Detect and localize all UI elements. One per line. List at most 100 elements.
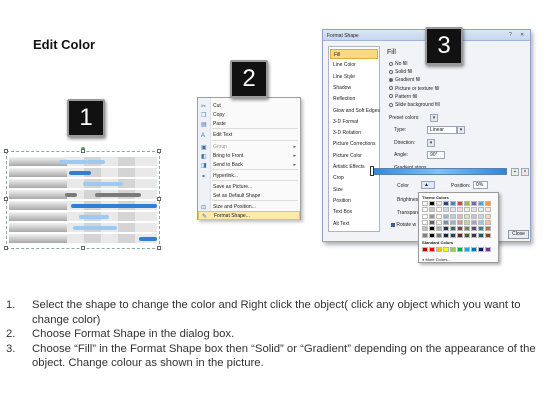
menu-item-group[interactable]: ▣ Group ▸	[198, 143, 300, 152]
angle-input[interactable]: 90°	[427, 151, 445, 159]
category-position[interactable]: Position	[330, 196, 378, 206]
color-swatch[interactable]	[464, 201, 470, 206]
color-swatch[interactable]	[429, 219, 435, 225]
color-swatch[interactable]	[457, 201, 463, 206]
color-swatch[interactable]	[450, 232, 456, 238]
resize-handle[interactable]	[4, 246, 8, 250]
radio-pattern-fill[interactable]: Pattern fill	[389, 94, 417, 101]
resize-handle[interactable]	[81, 246, 85, 250]
radio-gradient-fill[interactable]: Gradient fill	[389, 77, 420, 84]
color-swatch[interactable]	[450, 247, 456, 252]
rotate-with-shape-checkbox[interactable]: Rotate w	[391, 222, 416, 228]
color-swatch[interactable]	[429, 213, 435, 219]
color-swatch[interactable]	[429, 232, 435, 238]
color-swatch[interactable]	[450, 207, 456, 213]
help-icon[interactable]: ?	[509, 32, 512, 38]
direction-dropdown[interactable]: ▾	[427, 139, 435, 147]
category-fill[interactable]: Fill	[330, 49, 378, 59]
category-text-box[interactable]: Text Box	[330, 207, 378, 217]
color-swatch[interactable]	[471, 207, 477, 213]
close-button[interactable]: Close	[508, 230, 529, 239]
more-colors-option[interactable]: ● More Colors...	[422, 257, 451, 262]
color-swatch[interactable]	[422, 232, 428, 238]
color-swatch[interactable]	[422, 207, 428, 213]
category-line-style[interactable]: Line Style	[330, 72, 378, 82]
color-swatch[interactable]	[464, 207, 470, 213]
menu-item-format-shape[interactable]: ✎ Format Shape...	[198, 211, 300, 220]
color-swatch[interactable]	[443, 232, 449, 238]
color-swatch[interactable]	[485, 232, 491, 238]
color-swatch[interactable]	[443, 213, 449, 219]
resize-handle[interactable]	[4, 149, 8, 153]
color-swatch[interactable]	[450, 213, 456, 219]
color-swatch[interactable]	[422, 226, 428, 232]
resize-handle[interactable]	[157, 246, 161, 250]
radio-picture-or-texture-fill[interactable]: Picture or texture fill	[389, 86, 439, 93]
color-swatch[interactable]	[471, 232, 477, 238]
color-swatch[interactable]	[429, 226, 435, 232]
color-swatch[interactable]	[485, 213, 491, 219]
color-swatch[interactable]	[443, 219, 449, 225]
color-swatch[interactable]	[471, 213, 477, 219]
category-line-color[interactable]: Line Color	[330, 60, 378, 70]
color-swatch[interactable]	[464, 213, 470, 219]
color-swatch[interactable]	[471, 247, 477, 252]
gantt-shape[interactable]	[4, 147, 161, 250]
preset-colors-dropdown[interactable]: ▾	[430, 114, 438, 122]
color-swatch[interactable]	[443, 201, 449, 206]
menu-item-bring-to-front[interactable]: ◧ Bring to Front ▸	[198, 152, 300, 161]
menu-item-cut[interactable]: ✂ Cut	[198, 102, 300, 111]
color-swatch[interactable]	[485, 201, 491, 206]
color-swatch[interactable]	[443, 226, 449, 232]
resize-handle[interactable]	[81, 149, 85, 153]
category-size[interactable]: Size	[330, 185, 378, 195]
color-swatch[interactable]	[436, 232, 442, 238]
close-icon[interactable]: ✕	[520, 32, 524, 38]
category-3-d-format[interactable]: 3-D Format	[330, 117, 378, 127]
color-swatch[interactable]	[464, 247, 470, 252]
color-swatch[interactable]	[429, 201, 435, 206]
color-swatch[interactable]	[436, 247, 442, 252]
radio-slide-background-fill[interactable]: Slide background fill	[389, 102, 440, 109]
color-swatch[interactable]	[450, 219, 456, 225]
color-swatch[interactable]	[478, 213, 484, 219]
color-swatch[interactable]	[471, 219, 477, 225]
color-swatch[interactable]	[464, 226, 470, 232]
color-swatch[interactable]	[436, 219, 442, 225]
color-swatch[interactable]	[436, 226, 442, 232]
color-swatch[interactable]	[422, 213, 428, 219]
gradient-stop-handle[interactable]	[370, 166, 374, 176]
category-3-d-rotation[interactable]: 3-D Rotation	[330, 128, 378, 138]
color-swatch[interactable]	[443, 207, 449, 213]
category-reflection[interactable]: Reflection	[330, 94, 378, 104]
radio-no-fill[interactable]: No fill	[389, 61, 408, 68]
color-swatch[interactable]	[429, 247, 435, 252]
color-swatch[interactable]	[436, 201, 442, 206]
gradient-stops-bar[interactable]	[370, 168, 507, 175]
category-alt-text[interactable]: Alt Text	[330, 219, 378, 229]
color-swatch[interactable]	[485, 226, 491, 232]
color-swatch[interactable]	[471, 201, 477, 206]
color-swatch[interactable]	[429, 207, 435, 213]
color-swatch[interactable]	[450, 201, 456, 206]
radio-solid-fill[interactable]: Solid fill	[389, 69, 412, 76]
color-swatch[interactable]	[422, 219, 428, 225]
position-input[interactable]: 0%	[473, 181, 488, 189]
color-swatch[interactable]	[485, 247, 491, 252]
color-swatch[interactable]	[464, 232, 470, 238]
color-swatch[interactable]	[478, 226, 484, 232]
color-swatch[interactable]	[478, 232, 484, 238]
color-swatch[interactable]	[471, 226, 477, 232]
menu-item-save-as-picture[interactable]: Save as Picture...	[198, 183, 300, 192]
menu-item-copy[interactable]: ❐ Copy	[198, 111, 300, 120]
color-swatch[interactable]	[436, 207, 442, 213]
type-select[interactable]: Linear	[427, 126, 457, 134]
menu-item-edit-text[interactable]: A Edit Text	[198, 131, 300, 140]
color-swatch[interactable]	[457, 232, 463, 238]
color-swatch[interactable]	[478, 207, 484, 213]
category-shadow[interactable]: Shadow	[330, 83, 378, 93]
color-picker-button[interactable]: ▲	[421, 181, 435, 189]
remove-stop-icon[interactable]: ×	[521, 168, 529, 176]
color-swatch[interactable]	[457, 213, 463, 219]
color-swatch[interactable]	[485, 219, 491, 225]
